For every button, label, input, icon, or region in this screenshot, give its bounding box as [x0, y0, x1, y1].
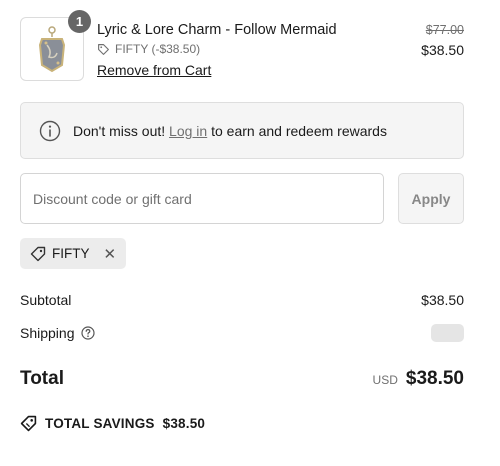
tag-icon	[20, 415, 37, 432]
currency-code: USD	[372, 373, 398, 387]
remove-from-cart-link[interactable]: Remove from Cart	[97, 62, 211, 78]
applied-discount-code: FIFTY	[52, 246, 90, 261]
discount-code-input[interactable]	[20, 173, 384, 224]
close-icon[interactable]: ✕	[104, 245, 117, 263]
savings-label: TOTAL SAVINGS	[45, 416, 155, 431]
discounted-price: $38.50	[421, 42, 464, 58]
login-link[interactable]: Log in	[169, 123, 207, 139]
shipping-row: Shipping	[20, 323, 464, 343]
charm-pendant-icon	[38, 26, 66, 73]
original-price: $77.00	[425, 23, 464, 37]
apply-discount-button[interactable]: Apply	[398, 173, 464, 224]
cart-line-item: 1 Lyric & Lore Charm - Follow Mermaid FI…	[20, 10, 464, 81]
rewards-notice-text: Don't miss out! Log in to earn and redee…	[73, 123, 387, 139]
total-value: $38.50	[405, 368, 464, 389]
savings-value: $38.50	[162, 416, 206, 431]
question-circle-icon[interactable]	[80, 326, 95, 340]
notice-prefix: Don't miss out!	[73, 122, 170, 139]
item-discount: FIFTY (-$38.50)	[97, 42, 200, 56]
subtotal-value: $38.50	[421, 292, 464, 308]
item-discount-text: FIFTY (-$38.50)	[115, 42, 201, 56]
product-title: Lyric & Lore Charm - Follow Mermaid	[97, 22, 337, 38]
shipping-label: Shipping	[20, 325, 75, 341]
shipping-label-group: Shipping	[20, 325, 95, 341]
subtotal-label: Subtotal	[20, 292, 72, 308]
tag-icon	[30, 246, 46, 261]
subtotal-row: Subtotal $38.50	[20, 292, 464, 308]
total-label: Total	[20, 368, 64, 389]
total-row: Total USD $38.50	[20, 368, 464, 390]
tag-icon	[98, 43, 109, 55]
rewards-notice: Don't miss out! Log in to earn and redee…	[20, 102, 464, 159]
shipping-value-placeholder	[431, 324, 464, 342]
quantity-badge: 1	[68, 10, 91, 33]
info-icon	[39, 120, 61, 141]
total-savings: TOTAL SAVINGS $38.50	[20, 415, 205, 432]
applied-discount-tag: FIFTY ✕	[20, 238, 127, 269]
total-amount-group: USD $38.50	[373, 368, 464, 390]
notice-suffix: to earn and redeem rewards	[207, 122, 387, 139]
